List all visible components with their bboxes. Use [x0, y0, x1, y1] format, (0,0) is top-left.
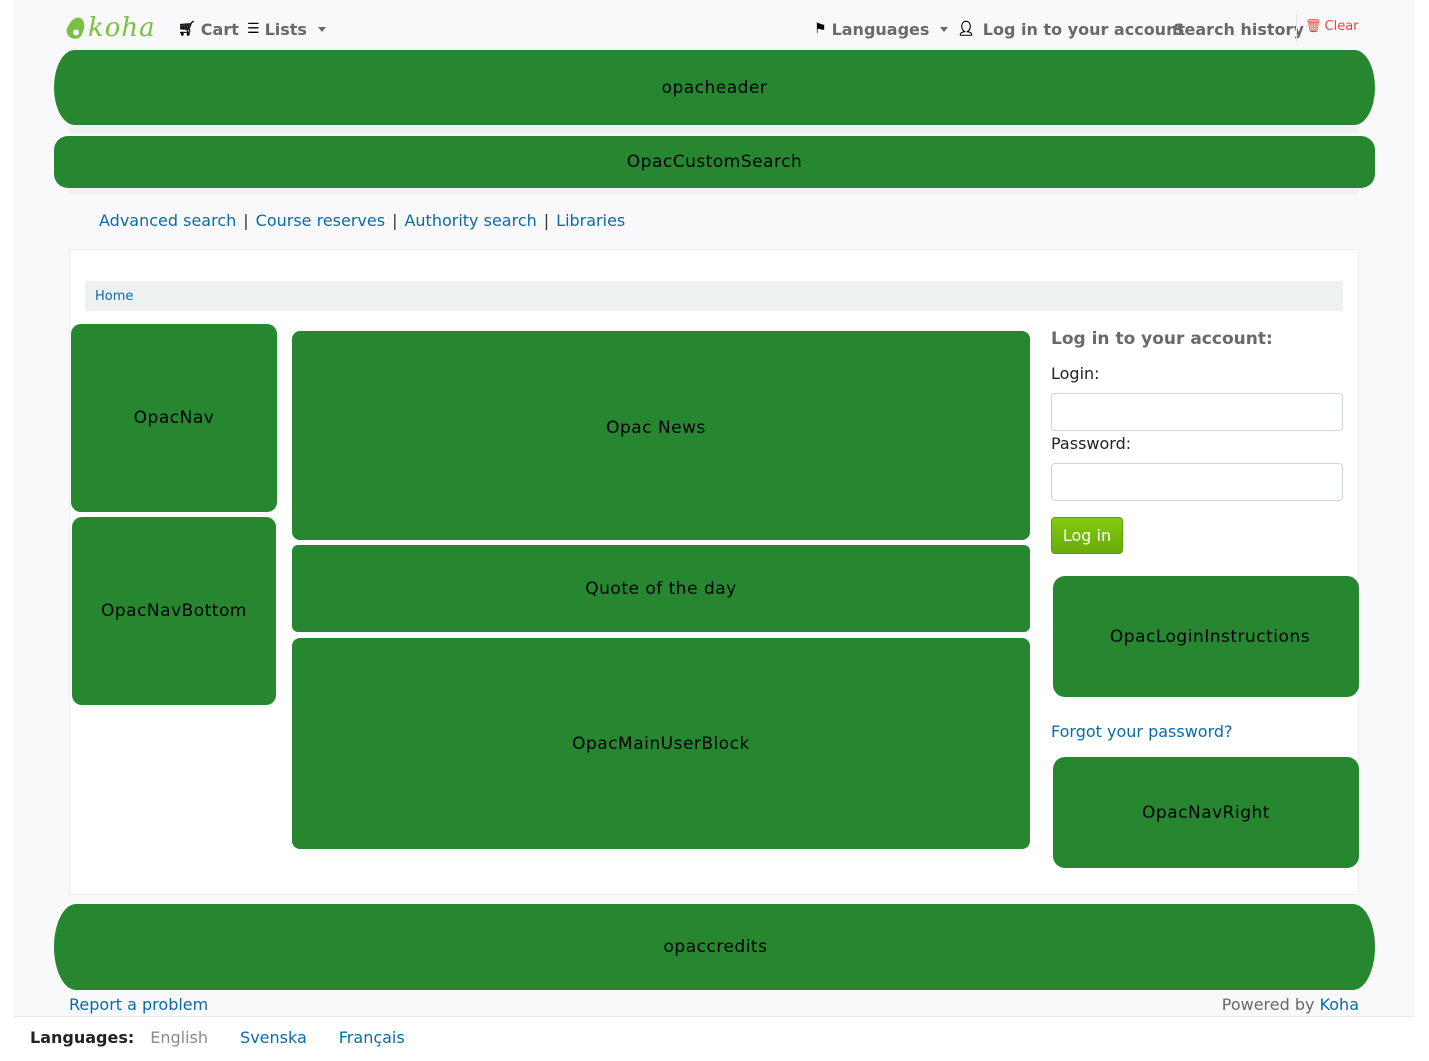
libraries-link[interactable]: Libraries	[556, 211, 625, 230]
trash-icon: 🗑︎	[1305, 19, 1322, 34]
opac-nav-right-label: OpacNavRight	[1142, 802, 1270, 823]
footer-languages: Languages: English Svenska Français	[30, 1028, 437, 1047]
opaccredits-label: opaccredits	[663, 937, 768, 957]
opac-nav-right-block: OpacNavRight	[1053, 757, 1359, 868]
breadcrumb: Home	[85, 281, 1343, 311]
opac-nav-label: OpacNav	[133, 408, 215, 428]
cart-button[interactable]: 🛒︎ Cart	[178, 18, 239, 40]
chevron-down-icon	[317, 26, 326, 32]
quote-label: Quote of the day	[585, 578, 737, 599]
advanced-search-link[interactable]: Advanced search	[99, 211, 236, 230]
language-link-francais[interactable]: Français	[339, 1028, 405, 1047]
search-history-link[interactable]: Search history	[1173, 18, 1304, 40]
footer-divider	[14, 1016, 1414, 1017]
opac-nav-bottom-block: OpacNavBottom	[72, 517, 276, 705]
report-problem-link[interactable]: Report a problem	[69, 995, 208, 1014]
opac-nav-block: OpacNav	[71, 324, 277, 512]
opaccredits-block: opaccredits	[54, 904, 1375, 990]
languages-footer-label: Languages:	[30, 1028, 135, 1047]
powered-by: Powered by Koha	[1222, 995, 1359, 1014]
separator: |	[392, 211, 398, 230]
login-input[interactable]	[1051, 393, 1343, 431]
password-input[interactable]	[1051, 463, 1343, 501]
opac-news-block: Opac News	[292, 331, 1030, 540]
opac-news-label: Opac News	[606, 417, 706, 438]
login-link[interactable]: 👤︎ Log in to your account	[957, 18, 1185, 40]
powered-by-text: Powered by	[1221, 995, 1315, 1014]
user-icon: 👤︎	[957, 21, 975, 37]
chevron-down-icon	[940, 26, 949, 32]
lists-dropdown[interactable]: ☰ Lists	[247, 18, 326, 40]
separator: |	[543, 211, 550, 230]
forgot-password-link[interactable]: Forgot your password?	[1051, 722, 1233, 741]
header-strip	[69, 124, 1359, 134]
breadcrumb-home-link[interactable]: Home	[95, 289, 133, 304]
lists-label: Lists	[264, 19, 307, 39]
main-user-block: OpacMainUserBlock	[292, 638, 1030, 849]
shopping-cart-icon: 🛒︎	[178, 21, 196, 37]
main-user-block-label: OpacMainUserBlock	[572, 733, 750, 754]
opacheader-label: opacheader	[661, 77, 768, 98]
languages-dropdown[interactable]: ⚑ Languages	[814, 18, 949, 40]
koha-leaf-icon	[64, 14, 88, 42]
separator: |	[243, 211, 249, 230]
flag-icon: ⚑	[814, 21, 827, 37]
login-field-label: Login:	[1051, 364, 1100, 383]
clear-label: Clear	[1324, 19, 1359, 34]
custom-search-block: OpacCustomSearch	[54, 136, 1375, 188]
language-current: English	[150, 1028, 209, 1047]
languages-label: Languages	[831, 19, 930, 39]
login-instructions-label: OpacLoginInstructions	[1109, 626, 1311, 647]
course-reserves-link[interactable]: Course reserves	[256, 211, 385, 230]
opac-nav-bottom-label: OpacNavBottom	[101, 601, 247, 621]
custom-search-label: OpacCustomSearch	[626, 152, 803, 172]
authority-search-link[interactable]: Authority search	[404, 211, 536, 230]
language-link-svenska[interactable]: Svenska	[240, 1028, 307, 1047]
koha-link[interactable]: Koha	[1320, 995, 1359, 1014]
cart-label: Cart	[200, 19, 239, 39]
login-instructions-block: OpacLoginInstructions	[1053, 576, 1359, 697]
login-heading: Log in to your account:	[1051, 329, 1273, 349]
password-field-label: Password:	[1051, 434, 1132, 453]
clear-history-button[interactable]: 🗑︎ Clear	[1305, 19, 1359, 34]
koha-logo[interactable]: koha	[64, 12, 156, 44]
login-submit-button[interactable]: Log in	[1051, 517, 1123, 554]
quote-of-the-day-block: Quote of the day	[292, 545, 1030, 632]
login-link-label: Log in to your account	[982, 19, 1186, 39]
search-history-label: Search history	[1173, 19, 1304, 39]
navbar-divider	[1296, 14, 1297, 42]
more-searches-nav: Advanced search | Course reserves | Auth…	[99, 211, 625, 230]
list-icon: ☰	[247, 21, 260, 37]
opacheader-block: opacheader	[54, 50, 1375, 125]
logo-text: koha	[88, 13, 156, 43]
